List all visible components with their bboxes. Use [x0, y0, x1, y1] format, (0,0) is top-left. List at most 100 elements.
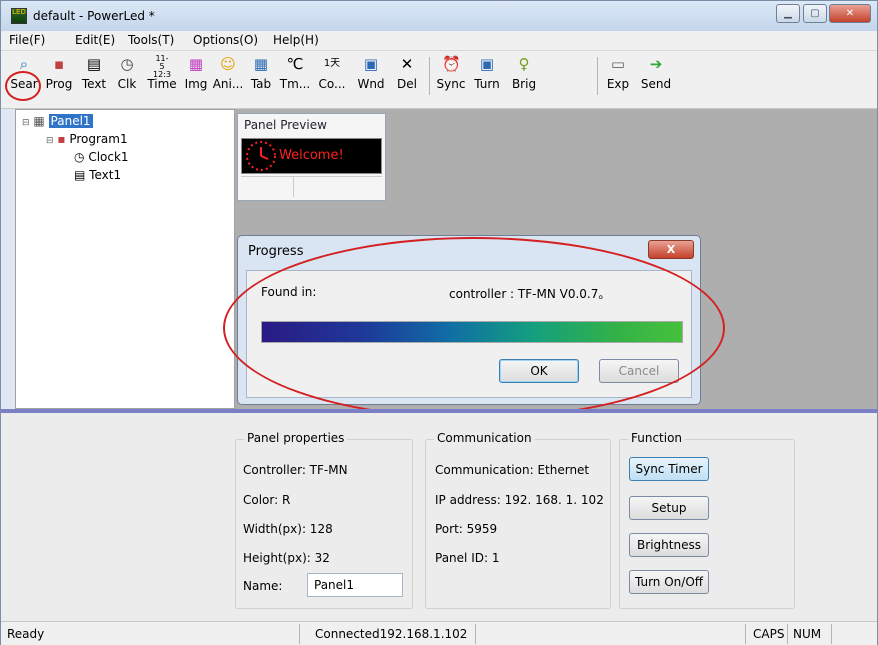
tree-item-program[interactable]: ⊟ ▪ Program1: [46, 132, 128, 146]
toolbar-label: Co...: [318, 77, 346, 91]
communication-mode: Communication: Ethernet: [435, 463, 590, 477]
toolbar-label: Turn: [474, 77, 500, 91]
ip-address: IP address: 192. 168. 1. 102: [435, 493, 604, 507]
toolbar-brightness-button[interactable]: ♀ Brig: [507, 51, 541, 109]
menu-options[interactable]: Options(O): [193, 33, 258, 47]
toolbar-label: Clk: [117, 77, 137, 91]
toolbar-label: Send: [640, 77, 672, 91]
led-welcome-text: Welcome!: [279, 148, 344, 163]
toolbar-temperature-button[interactable]: ℃ Tm...: [277, 51, 313, 109]
dialog-title: Progress: [248, 244, 304, 259]
color-value: Color: R: [243, 493, 291, 507]
program-icon: ▪: [53, 55, 65, 73]
toolbar-table-button[interactable]: ▦ Tab: [245, 51, 277, 109]
toolbar-clock-button[interactable]: ◷ Clk: [111, 51, 143, 109]
project-tree: ⊟ ▦ Panel1 ⊟ ▪ Program1 ◷ Clock1 ▤ Text1: [15, 109, 235, 409]
menu-bar: File(F) Edit(E) Tools(T) Options(O) Help…: [1, 31, 877, 51]
toolbar-image-button[interactable]: ▦ Img: [181, 51, 211, 109]
menu-edit[interactable]: Edit(E): [75, 33, 115, 47]
status-divider: [299, 624, 300, 644]
toolbar-window-button[interactable]: ▣ Wnd: [353, 51, 389, 109]
turn-on-off-button[interactable]: Turn On/Off: [629, 570, 709, 594]
annotation-circle: [5, 71, 41, 101]
toolbar-label: Wnd: [357, 77, 385, 91]
toolbar-label: Sync: [436, 77, 466, 91]
main-window: LED default - PowerLed * ▁ ▢ ✕ File(F) E…: [0, 0, 878, 645]
toolbar-label: Prog: [45, 77, 73, 91]
width-value: Width(px): 128: [243, 522, 333, 536]
turn-icon: ▣: [479, 55, 495, 73]
toolbar-animation-button[interactable]: ☺ Ani...: [211, 51, 245, 109]
status-connection: Connected192.168.1.102: [315, 627, 468, 641]
text-icon: ▤: [74, 168, 86, 182]
temperature-icon: ℃: [286, 55, 304, 73]
toolbar-countdown-button[interactable]: 1天 Co...: [313, 51, 351, 109]
app-icon: LED: [11, 8, 27, 24]
toolbar-send-button[interactable]: ➔ Send: [637, 51, 675, 109]
port-value: Port: 5959: [435, 522, 498, 536]
name-label: Name:: [243, 579, 283, 593]
window-title: default - PowerLed *: [33, 9, 155, 23]
toolbar-separator: [429, 57, 430, 95]
status-divider: [745, 624, 746, 644]
toolbar-text-button[interactable]: ▤ Text: [77, 51, 111, 109]
countdown-icon: 1天: [323, 58, 341, 69]
toolbar-program-button[interactable]: ▪ Prog: [41, 51, 77, 109]
tree-label: Program1: [69, 132, 128, 146]
toolbar-export-button[interactable]: ▭ Exp: [601, 51, 635, 109]
annotation-ellipse: [223, 237, 725, 419]
toolbar-turn-button[interactable]: ▣ Turn: [469, 51, 505, 109]
minimize-button[interactable]: ▁: [776, 4, 800, 23]
dialog-close-button[interactable]: X: [648, 240, 694, 259]
toolbar-label: Tab: [250, 77, 272, 91]
export-icon: ▭: [610, 55, 626, 73]
window-icon: ▣: [363, 55, 379, 73]
led-clock-face: [246, 141, 276, 171]
tree-label: Panel1: [48, 114, 93, 128]
toolbar-delete-button[interactable]: ✕ Del: [391, 51, 423, 109]
status-caps: CAPS: [753, 627, 785, 641]
send-icon: ➔: [649, 55, 663, 73]
clock-icon: ◷: [74, 150, 85, 164]
height-value: Height(px): 32: [243, 551, 330, 565]
delete-icon: ✕: [400, 55, 414, 73]
status-divider: [831, 624, 832, 644]
status-ready: Ready: [7, 627, 45, 641]
title-bar: LED default - PowerLed * ▁ ▢ ✕: [1, 1, 877, 31]
tree-label: Clock1: [88, 150, 129, 164]
status-bar: Ready Connected192.168.1.102 CAPS NUM: [1, 621, 877, 645]
status-divider: [475, 624, 476, 644]
toolbar-label: Text: [81, 77, 107, 91]
name-input[interactable]: [307, 573, 403, 597]
menu-file[interactable]: File(F): [9, 33, 45, 47]
program-icon: ▪: [57, 132, 66, 146]
status-num: NUM: [793, 627, 822, 641]
toolbar-label: Exp: [606, 77, 630, 91]
brightness-icon: ♀: [518, 55, 530, 73]
tree-item-clock[interactable]: ◷ Clock1: [74, 150, 129, 164]
brightness-button[interactable]: Brightness: [629, 533, 709, 557]
group-title: Communication: [434, 431, 535, 445]
group-title: Function: [628, 431, 686, 445]
group-title: Panel properties: [244, 431, 348, 445]
time-icon: 11-5 12:3: [153, 54, 171, 79]
toolbar-sync-button[interactable]: ⏰ Sync: [433, 51, 469, 109]
sync-timer-button[interactable]: Sync Timer: [629, 457, 709, 481]
tree-item-panel[interactable]: ⊟ ▦ Panel1: [22, 114, 93, 128]
setup-button[interactable]: Setup: [629, 496, 709, 520]
panel-preview[interactable]: Panel Preview Welcome!: [237, 113, 386, 201]
close-button[interactable]: ✕: [829, 4, 871, 23]
preview-title: Panel Preview: [244, 118, 327, 132]
toolbar: ⌕ Sear ▪ Prog ▤ Text ◷ Clk 11-5 12:3 Time…: [1, 51, 877, 109]
tree-item-text[interactable]: ▤ Text1: [74, 168, 121, 182]
image-icon: ▦: [188, 55, 204, 73]
maximize-button[interactable]: ▢: [803, 4, 827, 23]
menu-tools[interactable]: Tools(T): [128, 33, 174, 47]
controller-value: Controller: TF-MN: [243, 463, 348, 477]
clock-icon: ◷: [120, 55, 134, 73]
toolbar-label: Img: [184, 77, 208, 91]
panel-id-value: Panel ID: 1: [435, 551, 500, 565]
menu-help[interactable]: Help(H): [273, 33, 319, 47]
toolbar-label: Del: [397, 77, 417, 91]
toolbar-time-button[interactable]: 11-5 12:3 Time: [143, 51, 181, 109]
